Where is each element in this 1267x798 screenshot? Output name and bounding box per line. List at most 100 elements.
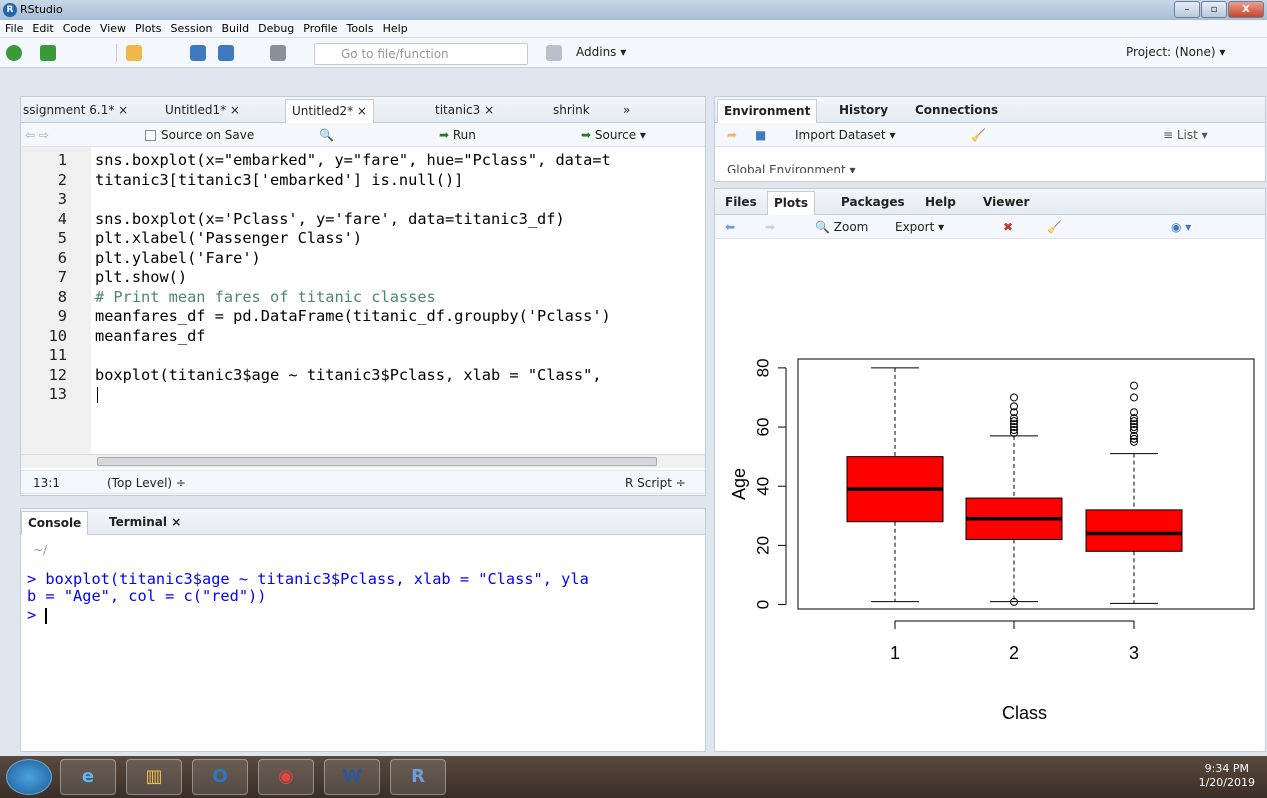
- source-button[interactable]: ➡ Source ▾: [581, 123, 646, 147]
- source-on-save-checkbox[interactable]: [145, 130, 156, 141]
- tab-files[interactable]: Files: [719, 191, 763, 215]
- code-line[interactable]: # Print mean fares of titanic classes: [95, 288, 436, 308]
- files-tabstrip: Files Plots Packages Help Viewer: [715, 189, 1265, 215]
- cursor-position: 13:1: [33, 476, 60, 490]
- line-number: 7: [57, 268, 67, 286]
- taskbar-outlook[interactable]: O: [192, 759, 248, 795]
- clear-plots-icon[interactable]: 🧹: [1047, 215, 1062, 239]
- line-number: 5: [57, 229, 67, 247]
- file-type-selector[interactable]: R Script ÷: [625, 471, 686, 495]
- console-tabstrip: Console Terminal ×: [21, 509, 705, 535]
- system-clock[interactable]: 9:34 PM 1/20/2019: [1199, 762, 1255, 790]
- menu-view[interactable]: View: [95, 20, 130, 35]
- code-line[interactable]: plt.ylabel('Fare'): [95, 249, 261, 269]
- go-to-file-input[interactable]: Go to file/function: [314, 43, 528, 65]
- x-tick-label: 2: [1009, 643, 1019, 663]
- menu-plots[interactable]: Plots: [130, 20, 165, 35]
- global-environment-selector[interactable]: Global Environment ▾: [727, 163, 856, 173]
- tab-untitled1[interactable]: Untitled1* ×: [159, 99, 246, 123]
- remove-plot-icon[interactable]: ✖: [1003, 215, 1013, 239]
- tab-viewer[interactable]: Viewer: [977, 191, 1035, 215]
- tab-shrink[interactable]: shrink: [547, 99, 596, 123]
- maximize-button[interactable]: ▫: [1201, 1, 1227, 18]
- taskbar-explorer[interactable]: ▥: [126, 759, 182, 795]
- open-file-icon[interactable]: [126, 45, 142, 61]
- menu-help[interactable]: Help: [378, 20, 412, 35]
- tab-terminal[interactable]: Terminal ×: [103, 511, 187, 535]
- scope-selector[interactable]: (Top Level) ÷: [107, 471, 186, 495]
- minimize-button[interactable]: –: [1174, 1, 1200, 18]
- tab-connections[interactable]: Connections: [909, 99, 1004, 123]
- tab-history[interactable]: History: [833, 99, 894, 123]
- run-label: Run: [452, 128, 476, 142]
- taskbar: e ▥ O ◉ W R 9:34 PM 1/20/2019: [0, 756, 1267, 798]
- import-dataset-button[interactable]: Import Dataset ▾: [795, 123, 895, 147]
- console-path: ~/: [33, 543, 48, 557]
- more-tabs-button[interactable]: »: [617, 99, 636, 123]
- code-line[interactable]: boxplot(titanic3$age ~ titanic3$Pclass, …: [95, 366, 602, 386]
- zoom-button[interactable]: 🔍 Zoom: [815, 215, 868, 239]
- menu-edit[interactable]: Edit: [27, 20, 57, 35]
- clear-workspace-icon[interactable]: 🧹: [971, 123, 986, 147]
- addins-menu[interactable]: Addins ▾: [576, 45, 626, 59]
- workspace-panes-icon[interactable]: [546, 45, 562, 61]
- load-workspace-icon[interactable]: ➦: [727, 123, 737, 147]
- new-project-icon[interactable]: [40, 45, 56, 61]
- export-button[interactable]: Export ▾: [895, 215, 944, 239]
- line-number: 6: [57, 248, 67, 267]
- previous-plot-icon[interactable]: ⬅: [725, 215, 735, 239]
- code-line[interactable]: sns.boxplot(x="embarked", y="fare", hue=…: [95, 151, 611, 171]
- outlier-point: [1130, 381, 1138, 390]
- source-label: Source ▾: [594, 128, 646, 142]
- console-prompt[interactable]: >: [27, 607, 48, 624]
- new-file-icon[interactable]: [6, 45, 22, 61]
- search-icon[interactable]: 🔍: [319, 123, 334, 147]
- x-tick-label: 1: [890, 643, 900, 663]
- taskbar-word[interactable]: W: [324, 759, 380, 795]
- back-forward-icon[interactable]: ⇦ ⇨: [25, 123, 49, 147]
- code-line[interactable]: sns.boxplot(x='Pclass', y='fare', data=t…: [95, 210, 565, 230]
- start-button[interactable]: [6, 759, 52, 795]
- zoom-label: Zoom: [833, 220, 869, 234]
- menu-file[interactable]: File: [0, 20, 27, 35]
- menu-code[interactable]: Code: [58, 20, 95, 35]
- print-icon[interactable]: [270, 45, 286, 61]
- save-all-icon[interactable]: [218, 45, 234, 61]
- menu-bar: File Edit Code View Plots Session Build Debug Pr…: [0, 20, 1267, 38]
- menu-build[interactable]: Build: [216, 20, 253, 35]
- menu-tools[interactable]: Tools: [341, 20, 377, 35]
- save-workspace-icon[interactable]: ■: [755, 123, 766, 147]
- taskbar-ie[interactable]: e: [60, 759, 116, 795]
- run-button[interactable]: ➡ Run: [439, 123, 476, 147]
- menu-debug[interactable]: Debug: [253, 20, 298, 35]
- close-button[interactable]: X: [1228, 1, 1264, 18]
- menu-session[interactable]: Session: [165, 20, 216, 35]
- tab-titanic3[interactable]: titanic3 ×: [429, 99, 500, 123]
- list-view-button[interactable]: ≡ List ▾: [1163, 123, 1208, 147]
- project-menu[interactable]: Project: (None) ▾: [1126, 45, 1225, 59]
- tab-help[interactable]: Help: [919, 191, 962, 215]
- code-editor[interactable]: 1 sns.boxplot(x="embarked", y="fare", hue…: [21, 147, 705, 467]
- publish-icon[interactable]: ◉ ▾: [1171, 215, 1191, 239]
- tab-console[interactable]: Console: [21, 511, 89, 535]
- taskbar-chrome[interactable]: ◉: [258, 759, 314, 795]
- line-number: 4: [57, 209, 67, 228]
- code-line[interactable]: titanic3[titanic3['embarked'] is.null()]: [95, 171, 463, 191]
- taskbar-rstudio[interactable]: R: [390, 759, 446, 795]
- tab-environment[interactable]: Environment: [717, 99, 818, 123]
- next-plot-icon[interactable]: ➡: [765, 215, 775, 239]
- tab-untitled2[interactable]: Untitled2* ×: [285, 99, 374, 123]
- tab-plots[interactable]: Plots: [767, 191, 816, 215]
- text-cursor: [97, 387, 98, 403]
- code-line[interactable]: plt.show(): [95, 268, 187, 288]
- tab-assignment[interactable]: ssignment 6.1* ×: [17, 99, 134, 123]
- tab-packages[interactable]: Packages: [835, 191, 911, 215]
- save-icon[interactable]: [190, 45, 206, 61]
- horizontal-scrollbar[interactable]: [21, 454, 705, 468]
- code-line[interactable]: plt.xlabel('Passenger Class'): [95, 229, 362, 249]
- menu-profile[interactable]: Profile: [298, 20, 341, 35]
- main-toolbar: Go to file/function Addins ▾ Project: (N…: [0, 38, 1267, 68]
- scrollbar-thumb[interactable]: [97, 457, 657, 466]
- code-line[interactable]: meanfares_df: [95, 327, 206, 347]
- code-line[interactable]: meanfares_df = pd.DataFrame(titanic_df.g…: [95, 307, 611, 327]
